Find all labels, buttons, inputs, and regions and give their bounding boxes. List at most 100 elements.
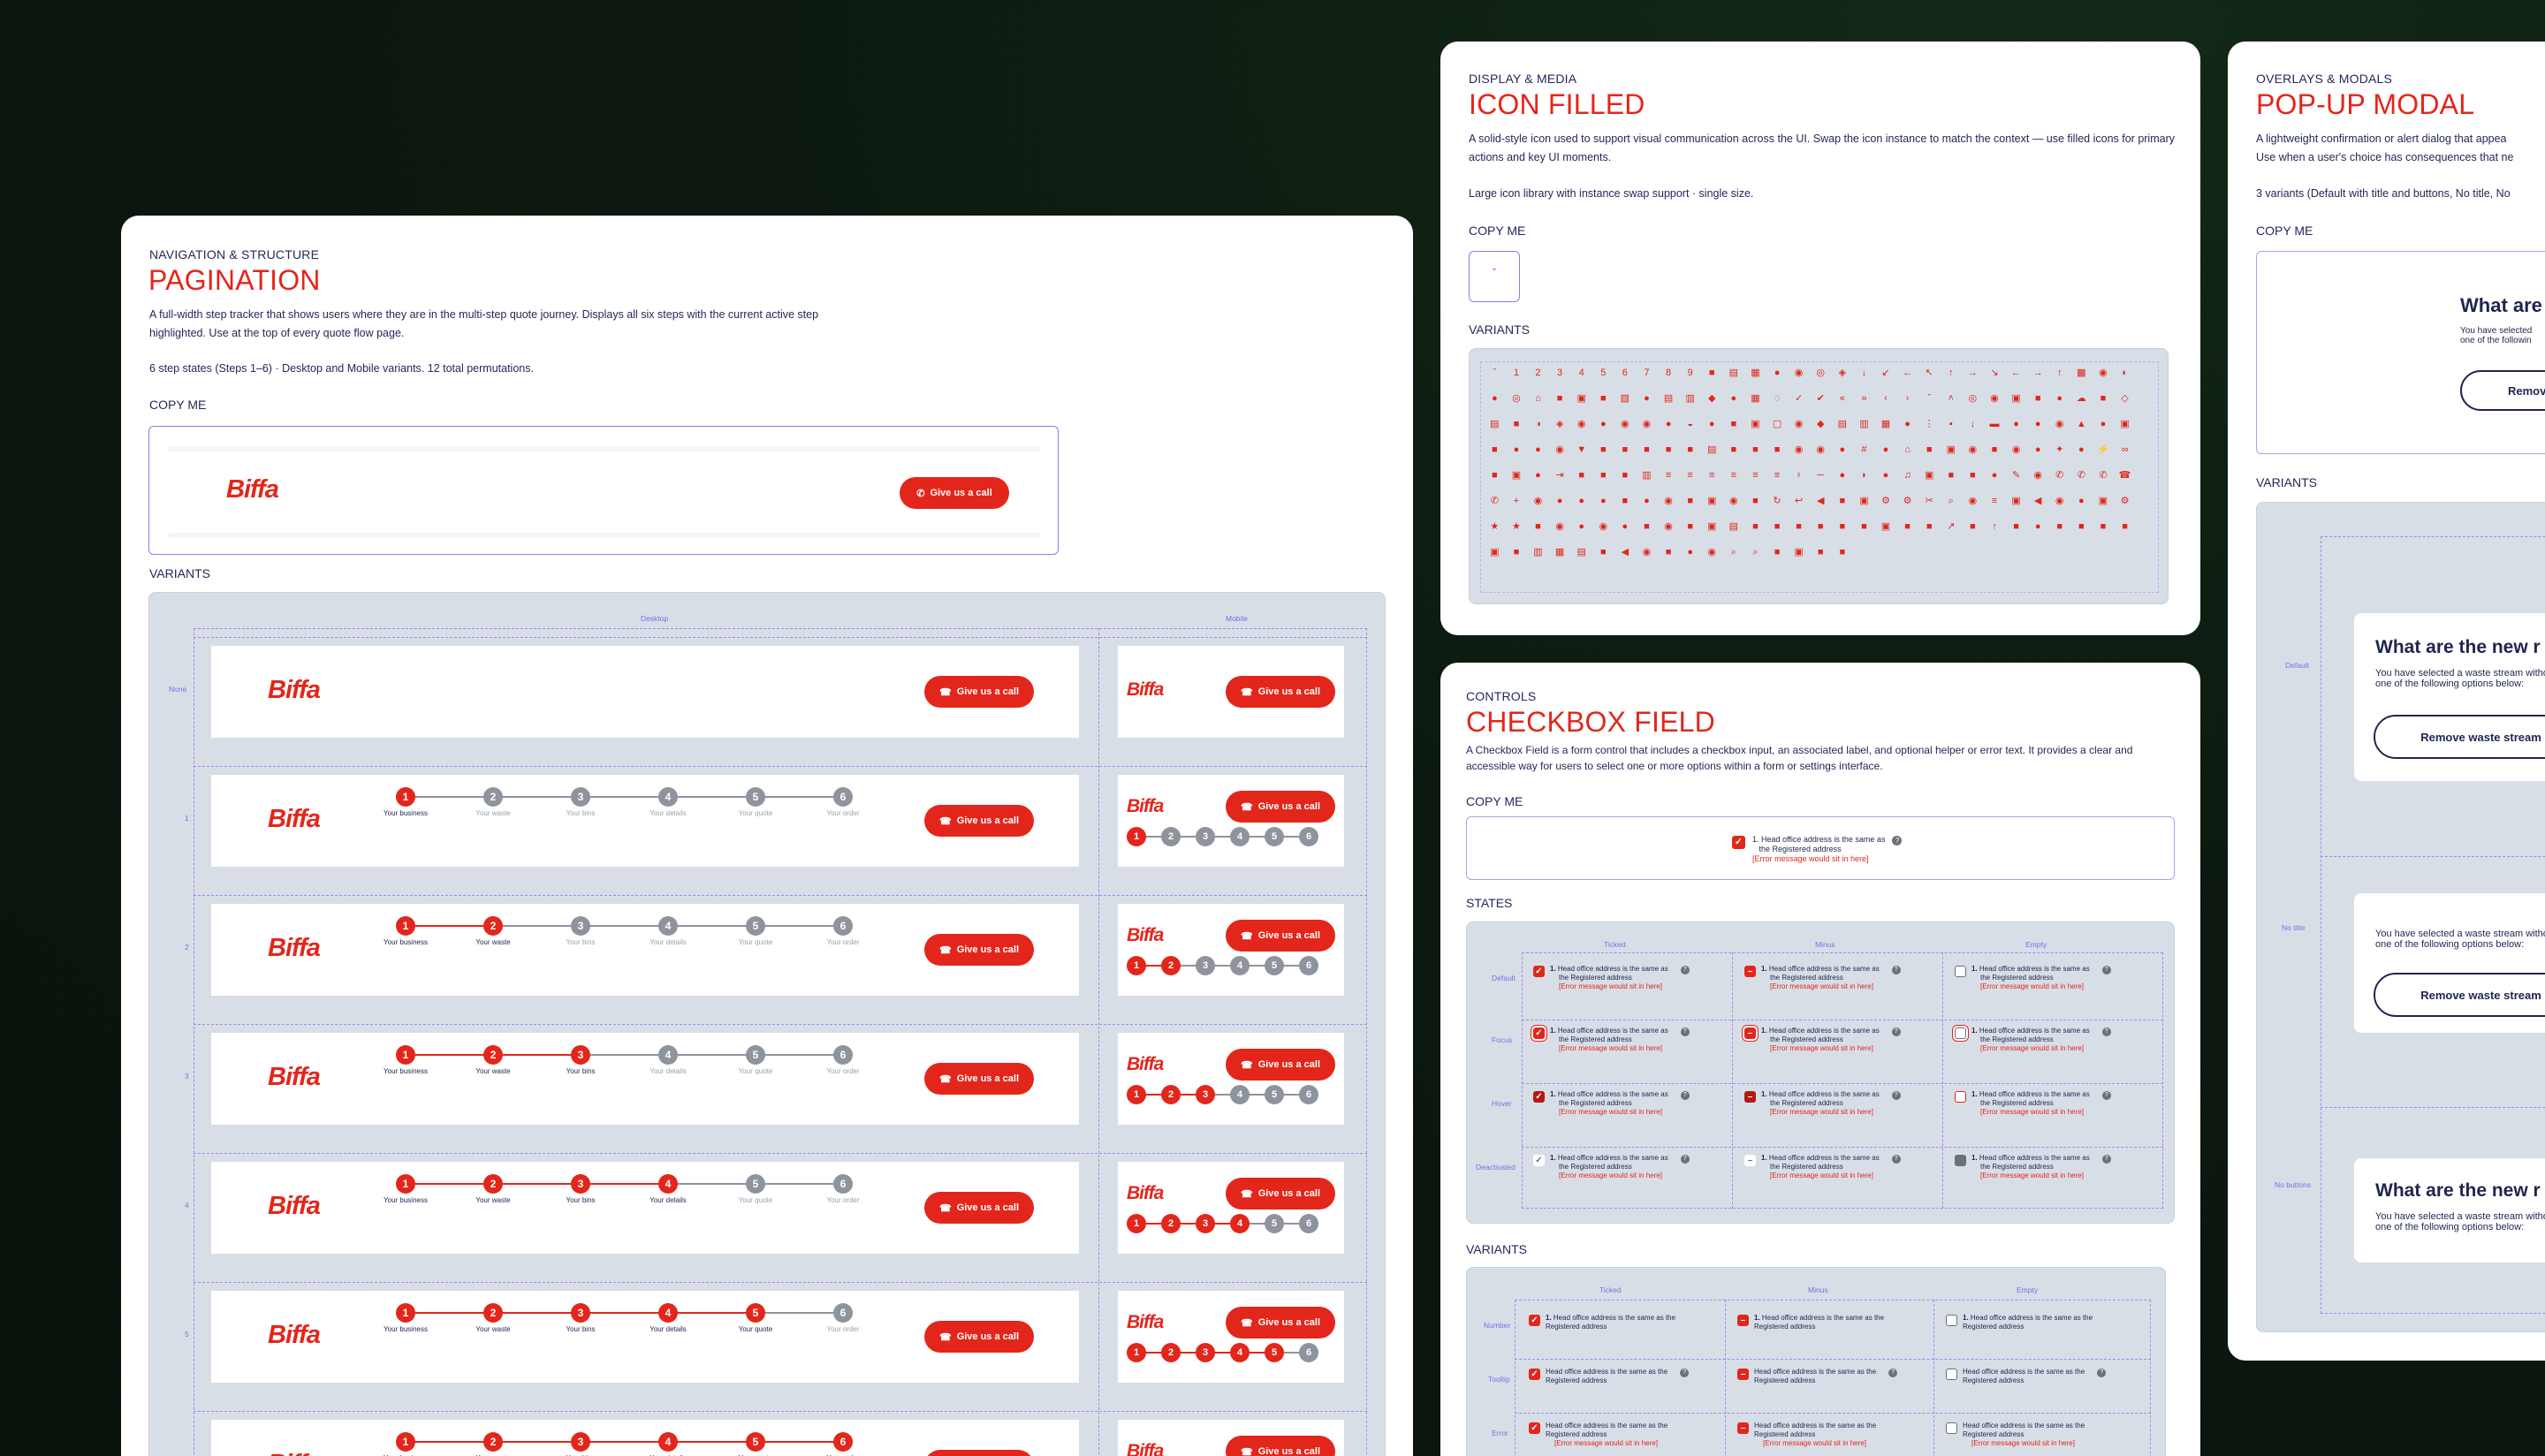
library-icon[interactable]: ◉ xyxy=(1723,489,1745,514)
checkbox-field[interactable]: ✓ 1. Head office address is the same as th… xyxy=(1533,1027,1690,1053)
give-us-a-call-button[interactable]: ☎Give us a call xyxy=(1226,676,1335,708)
step-1[interactable]: 1Your business xyxy=(375,1303,437,1333)
mobile-step-1[interactable]: 1 xyxy=(1127,956,1146,975)
library-icon[interactable]: ↻ xyxy=(1766,489,1789,514)
checkbox-field[interactable]: 1. Head office address is the same as the… xyxy=(1955,1027,2111,1053)
library-icon[interactable]: ◉ xyxy=(1614,412,1637,437)
library-icon[interactable]: ≡ xyxy=(1658,463,1680,489)
library-icon[interactable]: ✓ xyxy=(1788,386,1810,412)
library-icon[interactable]: ▣ xyxy=(1701,514,1723,540)
library-icon[interactable]: ■ xyxy=(1592,386,1614,412)
library-icon[interactable]: ■ xyxy=(1766,540,1789,565)
help-icon[interactable]: ? xyxy=(1891,1091,1901,1100)
library-icon[interactable]: ● xyxy=(1701,412,1723,437)
mobile-step-2[interactable]: 2 xyxy=(1161,827,1181,846)
library-icon[interactable]: ■ xyxy=(1962,463,1984,489)
library-icon[interactable]: ■ xyxy=(1766,514,1789,540)
mobile-step-3[interactable]: 3 xyxy=(1196,827,1215,846)
library-icon[interactable]: ◇ xyxy=(2114,386,2136,412)
step-4[interactable]: 4 Your details xyxy=(637,787,699,817)
library-icon[interactable]: ● xyxy=(1570,514,1592,540)
library-icon[interactable]: ◀ xyxy=(2027,489,2049,514)
library-icon[interactable]: ⚙ xyxy=(2114,489,2136,514)
step-5[interactable]: 5 Your quote xyxy=(725,787,786,817)
library-icon[interactable]: ■ xyxy=(1766,437,1789,463)
library-icon[interactable]: ⌕ xyxy=(1744,540,1766,565)
step-3[interactable]: 3 Your bins xyxy=(550,916,612,946)
library-icon[interactable]: ▣ xyxy=(1570,386,1592,412)
checkbox-minus[interactable]: – xyxy=(1744,1155,1756,1166)
library-icon[interactable]: ■ xyxy=(1614,489,1637,514)
library-icon[interactable]: ■ xyxy=(1592,437,1614,463)
library-icon[interactable]: ◉ xyxy=(1549,514,1571,540)
step-6[interactable]: 6 Your order xyxy=(812,916,874,946)
library-icon[interactable]: ▢ xyxy=(1766,412,1789,437)
icon-filled-copy-box[interactable]: ˇ xyxy=(1469,251,1520,302)
library-icon[interactable]: ● xyxy=(1592,489,1614,514)
library-icon[interactable]: ◉ xyxy=(1570,412,1592,437)
library-icon[interactable]: ≡ xyxy=(1766,463,1789,489)
give-us-a-call-button[interactable]: ☎Give us a call xyxy=(924,934,1034,966)
library-icon[interactable]: ● xyxy=(2027,437,2049,463)
library-icon[interactable]: ■ xyxy=(2114,514,2136,540)
library-icon[interactable]: ■ xyxy=(1549,386,1571,412)
library-icon[interactable]: ↑ xyxy=(1984,514,2006,540)
library-icon[interactable]: ◗ xyxy=(1853,463,1875,489)
checkbox-field[interactable]: ✓ 1. Head office address is the same as … xyxy=(1732,835,1903,864)
library-icon[interactable]: ■ xyxy=(1788,514,1810,540)
library-icon[interactable]: ★ xyxy=(1506,514,1528,540)
library-icon[interactable]: ● xyxy=(1570,489,1592,514)
library-icon[interactable]: ◉ xyxy=(1658,489,1680,514)
pagination-copy-box[interactable]: Biffa ✆ Give us a call xyxy=(148,426,1059,555)
library-icon[interactable]: ● xyxy=(1484,386,1506,412)
give-us-a-call-button[interactable]: ☎Give us a call xyxy=(924,676,1034,708)
mobile-step-5[interactable]: 5 xyxy=(1265,1343,1284,1362)
library-icon[interactable]: ↑ xyxy=(2048,360,2070,386)
library-icon[interactable]: ≡ xyxy=(1679,463,1701,489)
library-icon[interactable]: » xyxy=(1853,386,1875,412)
library-icon[interactable]: ◒ xyxy=(1679,412,1701,437)
library-icon[interactable]: ▦ xyxy=(1875,412,1897,437)
checkbox-field[interactable]: Head office address is the same as the Re… xyxy=(1946,1422,2085,1448)
library-icon[interactable]: ■ xyxy=(1592,540,1614,565)
library-icon[interactable]: ▤ xyxy=(1658,386,1680,412)
library-icon[interactable]: ● xyxy=(2070,489,2093,514)
library-icon[interactable]: ♫ xyxy=(1896,463,1918,489)
library-icon[interactable]: ■ xyxy=(2005,514,2027,540)
checkbox-empty[interactable] xyxy=(1946,1369,1957,1380)
library-icon[interactable]: ◉ xyxy=(1592,514,1614,540)
library-icon[interactable]: ■ xyxy=(1614,437,1637,463)
library-icon[interactable]: ⚙ xyxy=(1896,489,1918,514)
mobile-step-3[interactable]: 3 xyxy=(1196,1214,1215,1233)
checkbox-ticked[interactable]: ✓ xyxy=(1533,1155,1545,1166)
library-icon[interactable]: ∞ xyxy=(2114,437,2136,463)
checkbox-empty[interactable] xyxy=(1955,1091,1966,1103)
library-icon[interactable]: ▣ xyxy=(1853,489,1875,514)
library-icon[interactable]: 9 xyxy=(1679,360,1701,386)
help-icon[interactable]: ? xyxy=(1680,1369,1690,1377)
library-icon[interactable]: ↙ xyxy=(1875,360,1897,386)
help-icon[interactable]: ? xyxy=(2101,1155,2111,1164)
library-icon[interactable]: ● xyxy=(1896,412,1918,437)
library-icon[interactable]: ▣ xyxy=(1918,463,1941,489)
checkbox-empty[interactable] xyxy=(1955,966,1966,977)
library-icon[interactable]: ↗ xyxy=(1940,514,1962,540)
library-icon[interactable]: ■ xyxy=(2093,386,2115,412)
library-icon[interactable]: ˄ xyxy=(1940,386,1962,412)
library-icon[interactable]: ■ xyxy=(1658,437,1680,463)
checkbox-empty[interactable] xyxy=(1955,1155,1966,1166)
library-icon[interactable]: ● xyxy=(1506,437,1528,463)
library-icon[interactable]: ● xyxy=(1875,437,1897,463)
library-icon[interactable]: ◎ xyxy=(1506,386,1528,412)
library-icon[interactable]: ◉ xyxy=(1788,437,1810,463)
library-icon[interactable]: ■ xyxy=(1918,514,1941,540)
step-4[interactable]: 4 Your details xyxy=(637,916,699,946)
give-us-a-call-button[interactable]: ☎Give us a call xyxy=(924,1450,1034,1456)
help-icon[interactable]: ? xyxy=(2101,1091,2111,1100)
step-1[interactable]: 1Your business xyxy=(375,1432,437,1456)
library-icon[interactable]: ✔ xyxy=(1810,386,1832,412)
library-icon[interactable]: ↓ xyxy=(1853,360,1875,386)
library-icon[interactable]: ◑ xyxy=(1527,412,1549,437)
library-icon[interactable]: ● xyxy=(1658,412,1680,437)
step-2[interactable]: 2 Your waste xyxy=(462,787,524,817)
